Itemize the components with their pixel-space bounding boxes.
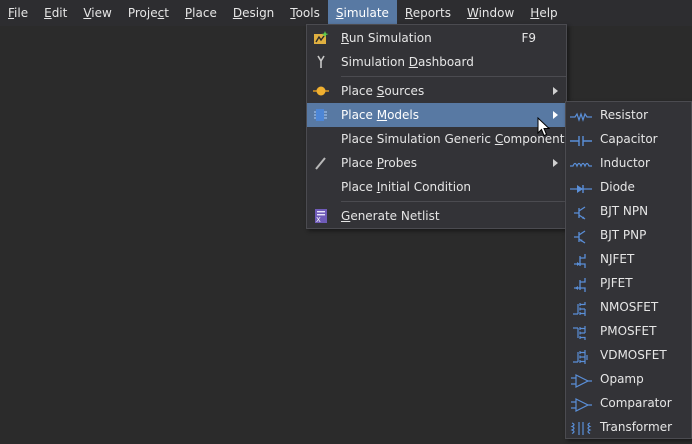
model-pmosfet-item[interactable]: PMOSFET xyxy=(566,319,691,343)
model-diode-item[interactable]: Diode xyxy=(566,175,691,199)
opamp-icon xyxy=(570,372,592,388)
svg-text:X: X xyxy=(316,216,321,223)
model-bjt-npn-item[interactable]: BJT NPN xyxy=(566,199,691,223)
models-icon xyxy=(313,108,329,122)
menu-edit[interactable]: Edit xyxy=(36,0,75,26)
menu-window[interactable]: Window xyxy=(459,0,522,26)
menu-help[interactable]: Help xyxy=(522,0,565,26)
place-probes-item[interactable]: Place Probes xyxy=(307,151,566,175)
run-simulation-shortcut: F9 xyxy=(521,31,536,45)
generate-netlist-item[interactable]: X Generate Netlist xyxy=(307,204,566,228)
netlist-icon: X xyxy=(313,209,329,223)
transformer-icon xyxy=(570,420,592,435)
model-vdmosfet-item[interactable]: VDMOSFET xyxy=(566,343,691,367)
place-sources-item[interactable]: Place Sources xyxy=(307,79,566,103)
model-comparator-item[interactable]: Comparator xyxy=(566,391,691,415)
inductor-icon xyxy=(570,156,592,170)
bjt-npn-icon xyxy=(570,204,592,220)
vdmosfet-icon xyxy=(570,348,592,364)
separator xyxy=(341,76,566,77)
model-pjfet-item[interactable]: PJFET xyxy=(566,271,691,295)
model-bjt-pnp-item[interactable]: BJT PNP xyxy=(566,223,691,247)
model-resistor-item[interactable]: Resistor xyxy=(566,103,691,127)
menu-reports[interactable]: Reports xyxy=(397,0,459,26)
menu-view[interactable]: View xyxy=(75,0,119,26)
pmosfet-icon xyxy=(570,324,592,340)
probe-y-icon xyxy=(313,55,329,69)
submenu-arrow-icon xyxy=(553,159,558,167)
capacitor-icon xyxy=(570,132,592,146)
separator xyxy=(341,201,566,202)
model-inductor-item[interactable]: Inductor xyxy=(566,151,691,175)
model-njfet-item[interactable]: NJFET xyxy=(566,247,691,271)
simulate-menu: Run Simulation F9 Simulation Dashboard P… xyxy=(306,24,567,229)
resistor-icon xyxy=(570,108,592,122)
diode-icon xyxy=(570,180,592,194)
submenu-arrow-icon xyxy=(553,111,558,119)
source-icon xyxy=(313,84,329,98)
menu-simulate[interactable]: Simulate xyxy=(327,0,397,26)
pjfet-icon xyxy=(570,276,592,292)
place-models-item[interactable]: Place Models xyxy=(307,103,566,127)
place-generic-component-item[interactable]: Place Simulation Generic Component xyxy=(307,127,566,151)
model-opamp-item[interactable]: Opamp xyxy=(566,367,691,391)
bjt-pnp-icon xyxy=(570,228,592,244)
place-initial-condition-item[interactable]: Place Initial Condition xyxy=(307,175,566,199)
njfet-icon xyxy=(570,252,592,268)
run-simulation-item[interactable]: Run Simulation F9 xyxy=(307,26,566,50)
probe-icon xyxy=(313,156,329,170)
menu-tools[interactable]: Tools xyxy=(282,0,328,26)
nmosfet-icon xyxy=(570,300,592,316)
menu-bar: File Edit View Project Place Design Tool… xyxy=(0,0,692,26)
comparator-icon xyxy=(570,396,592,412)
model-nmosfet-item[interactable]: NMOSFET xyxy=(566,295,691,319)
submenu-arrow-icon xyxy=(553,87,558,95)
menu-place[interactable]: Place xyxy=(177,0,225,26)
menu-project[interactable]: Project xyxy=(120,0,177,26)
model-transformer-item[interactable]: Transformer xyxy=(566,415,691,439)
model-capacitor-item[interactable]: Capacitor xyxy=(566,127,691,151)
simulation-dashboard-item[interactable]: Simulation Dashboard xyxy=(307,50,566,74)
mouse-cursor-icon xyxy=(537,116,551,140)
run-simulation-icon xyxy=(313,31,329,45)
place-models-submenu: Resistor Capacitor Inductor Diode BJT NP… xyxy=(565,101,692,439)
menu-file[interactable]: File xyxy=(0,0,36,26)
menu-design[interactable]: Design xyxy=(225,0,282,26)
